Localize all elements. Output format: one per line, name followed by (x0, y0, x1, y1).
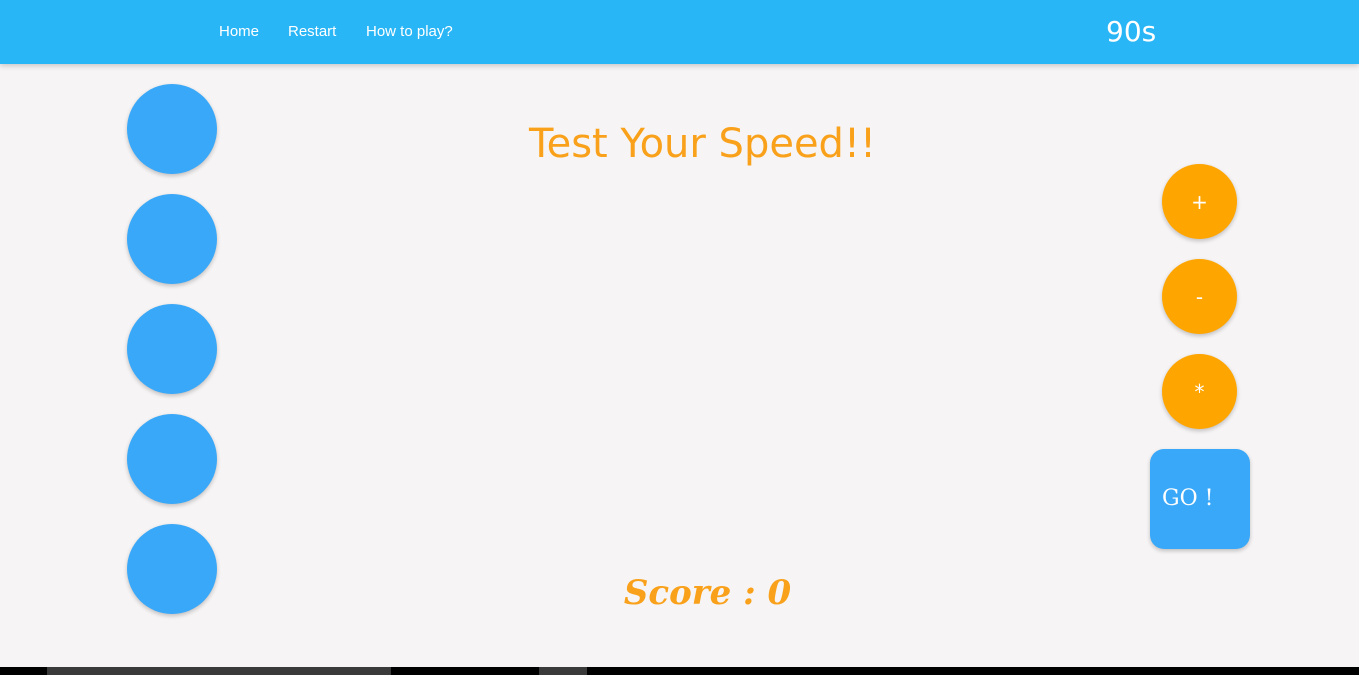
top-nav-bar: Home Restart How to play? 90s (0, 0, 1359, 64)
nav-restart-link[interactable]: Restart (288, 23, 336, 41)
os-taskbar (0, 667, 1359, 675)
number-circle-4[interactable] (127, 414, 217, 504)
multiply-operator-button[interactable]: * (1162, 354, 1237, 429)
score-display: Score : 0 (623, 573, 792, 613)
taskbar-item[interactable] (47, 667, 391, 675)
number-circle-2[interactable] (127, 194, 217, 284)
number-circle-3[interactable] (127, 304, 217, 394)
plus-operator-button[interactable]: + (1162, 164, 1237, 239)
game-title: Test Your Speed!! (528, 121, 877, 167)
nav-home-link[interactable]: Home (219, 23, 259, 41)
minus-operator-button[interactable]: - (1162, 259, 1237, 334)
timer-display: 90s (1106, 15, 1157, 48)
go-button[interactable]: GO ! (1150, 449, 1250, 549)
taskbar-item[interactable] (539, 667, 587, 675)
nav-how-to-play-link[interactable]: How to play? (366, 23, 453, 41)
